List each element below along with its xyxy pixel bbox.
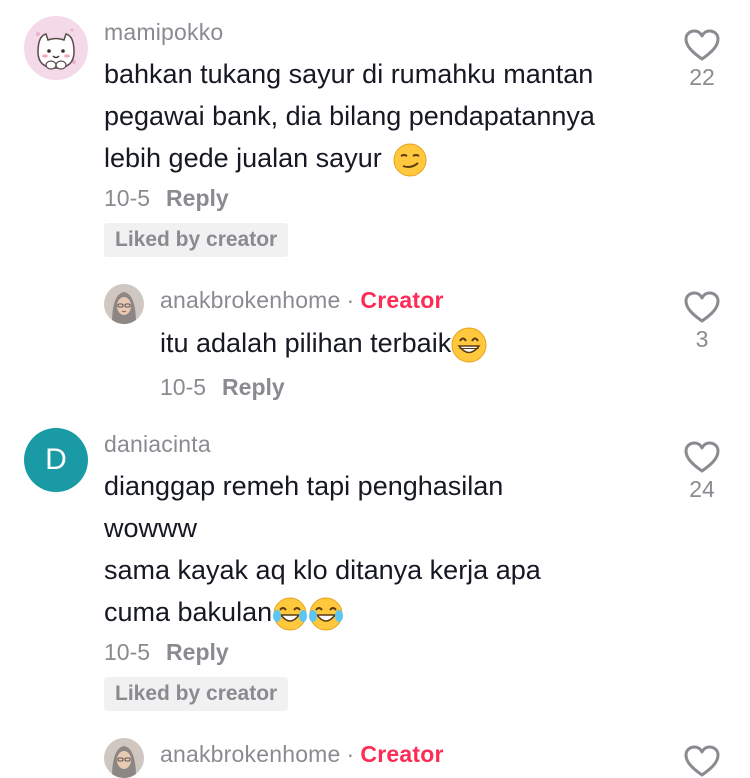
liked-by-creator-badge: Liked by creator	[104, 677, 289, 711]
avatar[interactable]: D	[24, 428, 88, 492]
like-count: 22	[689, 64, 715, 90]
separator-dot: ·	[346, 287, 355, 313]
heart-icon	[684, 291, 720, 323]
comment-username[interactable]: anakbrokenhome	[160, 287, 341, 313]
comment-meta: 10-5 Reply	[160, 374, 285, 401]
comment-text-line: cuma bakulan	[104, 591, 664, 633]
liked-by-creator-badge: Liked by creator	[104, 223, 289, 257]
comment-meta: 10-5 Reply	[104, 639, 229, 666]
cat-avatar-icon	[24, 16, 88, 80]
avatar[interactable]	[24, 16, 88, 80]
heart-icon	[684, 29, 720, 61]
comment-date: 10-5	[104, 185, 151, 211]
like-count: 24	[689, 476, 715, 502]
smirk-emoji-icon	[393, 143, 427, 177]
like-count: 3	[695, 326, 709, 352]
comment-text: bahkan tukang sayur di rumahku mantan pe…	[104, 53, 664, 179]
comment-text-line: pegawai bank, dia bilang pendapatannya	[104, 101, 595, 131]
avatar-letter: D	[45, 443, 67, 476]
woman-hijab-avatar-icon	[104, 284, 144, 324]
tears-of-joy-emoji-icon	[309, 597, 344, 631]
heart-icon	[684, 441, 720, 473]
like-button[interactable]: 3	[672, 290, 732, 353]
woman-hijab-avatar-icon	[104, 738, 144, 778]
reply-button[interactable]: Reply	[166, 185, 229, 211]
heart-icon	[684, 745, 720, 777]
reply-button[interactable]: Reply	[222, 374, 285, 400]
reply-header: anakbrokenhome · Creator	[160, 741, 444, 768]
comment-text-line: bahkan tukang sayur di rumahku mantan	[104, 59, 594, 89]
reply-button[interactable]: Reply	[166, 639, 229, 665]
comment-text-line: lebih gede jualan sayur	[104, 137, 664, 179]
like-button[interactable]	[672, 744, 732, 778]
avatar[interactable]	[104, 284, 144, 324]
comment-username[interactable]: daniacinta	[104, 431, 211, 458]
creator-label: Creator	[360, 287, 444, 313]
comment-text: itu adalah pilihan terbaik	[160, 322, 487, 364]
grin-emoji-icon	[451, 327, 487, 363]
like-button[interactable]: 22	[672, 28, 732, 91]
comment-text-line: dianggap remeh tapi penghasilan	[104, 471, 504, 501]
reply-header: anakbrokenhome · Creator	[160, 287, 444, 314]
comment-date: 10-5	[104, 639, 151, 665]
comment-text-line: sama kayak aq klo ditanya kerja apa	[104, 555, 541, 585]
separator-dot: ·	[346, 741, 355, 767]
comment-date: 10-5	[160, 374, 207, 400]
comment-username[interactable]: anakbrokenhome	[160, 741, 341, 767]
comment-text: dianggap remeh tapi penghasilan wowww sa…	[104, 465, 664, 633]
avatar[interactable]	[104, 738, 144, 778]
creator-label: Creator	[360, 741, 444, 767]
comment-username[interactable]: mamipokko	[104, 19, 223, 46]
comment-meta: 10-5 Reply	[104, 185, 229, 212]
tears-of-joy-emoji-icon	[273, 597, 308, 631]
comment-text-line: wowww	[104, 513, 198, 543]
like-button[interactable]: 24	[672, 440, 732, 503]
